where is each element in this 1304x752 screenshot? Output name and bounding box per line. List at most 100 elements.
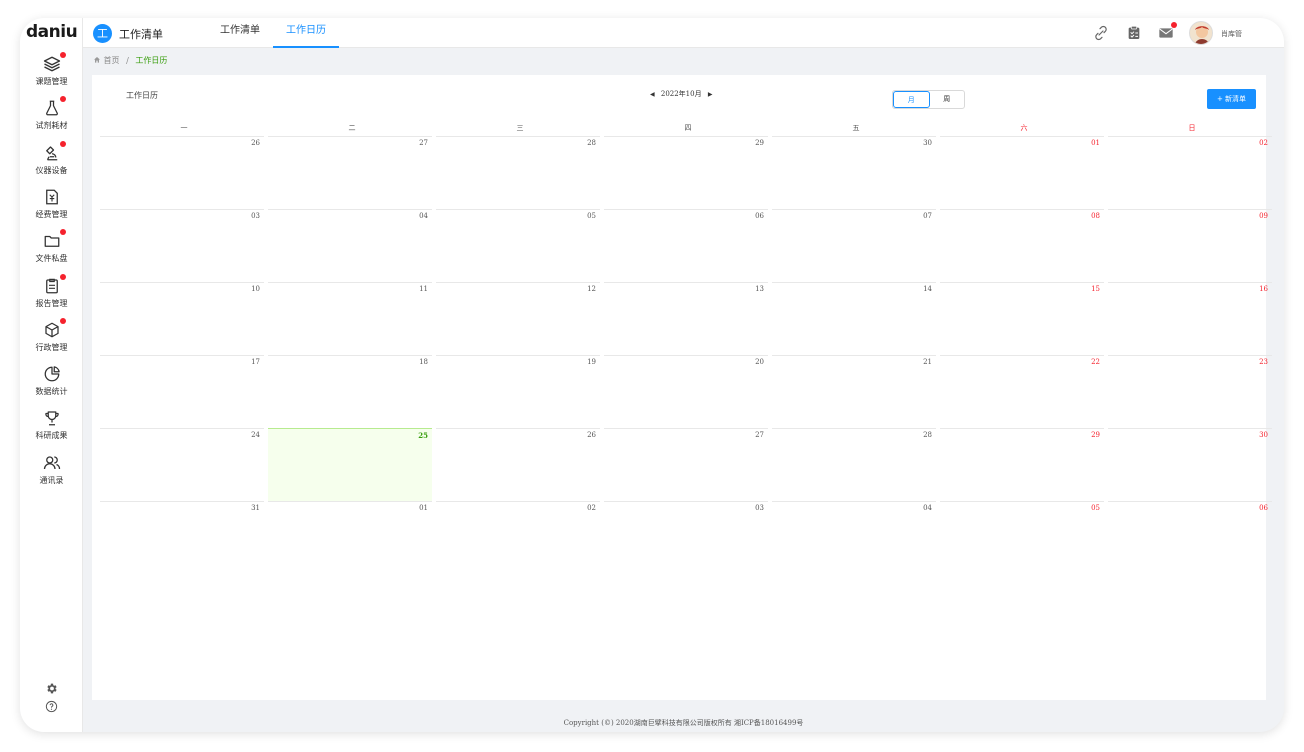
day-number: 01	[419, 504, 428, 512]
sidebar-item-label: 通讯录	[39, 475, 64, 485]
calendar-day-cell[interactable]: 13	[604, 282, 768, 355]
calendar-day-cell[interactable]: 29	[604, 136, 768, 209]
mail-icon[interactable]	[1158, 22, 1177, 41]
sidebar-item-reagent[interactable]: 试剂耗材	[20, 96, 83, 138]
calendar-day-cell[interactable]: 27	[604, 428, 768, 501]
pie-chart-icon	[42, 365, 62, 385]
finance-doc-icon	[42, 188, 62, 208]
calendar-day-cell[interactable]: 06	[604, 209, 768, 282]
calendar-day-cell[interactable]: 08	[940, 209, 1104, 282]
notification-dot	[59, 140, 66, 147]
sidebar-item-project[interactable]: 课题管理	[20, 52, 83, 94]
day-number: 06	[1259, 504, 1268, 512]
calendar-day-cell[interactable]: 25	[268, 428, 432, 501]
day-number: 16	[1259, 285, 1268, 293]
calendar-day-cell[interactable]: 05	[436, 209, 600, 282]
next-month-icon[interactable]: ▶	[708, 91, 713, 98]
calendar-day-cell[interactable]: 30	[772, 136, 936, 209]
calendar-day-cell[interactable]: 30	[1108, 428, 1272, 501]
calendar-day-cell[interactable]: 04	[772, 501, 936, 574]
calendar-day-cell[interactable]: 19	[436, 355, 600, 428]
calendar-day-cell[interactable]: 07	[772, 209, 936, 282]
notification-dot	[1171, 22, 1177, 28]
calendar-day-cell[interactable]: 26	[436, 428, 600, 501]
contacts-icon	[42, 454, 62, 474]
task-clipboard-icon[interactable]	[1126, 25, 1142, 41]
calendar-day-cell[interactable]: 12	[436, 282, 600, 355]
calendar-day-cell[interactable]: 02	[1108, 136, 1272, 209]
tab-work-calendar[interactable]: 工作日历	[273, 18, 339, 48]
sidebar-item-label: 文件私盘	[35, 254, 68, 264]
sidebar-item-instrument[interactable]: 仪器设备	[20, 140, 83, 183]
sidebar-item-files[interactable]: 文件私盘	[20, 229, 83, 271]
day-number: 10	[251, 285, 260, 293]
username[interactable]: 肖库管	[1221, 29, 1242, 39]
prev-month-icon[interactable]: ◀	[650, 91, 655, 98]
day-number: 08	[1091, 212, 1100, 220]
calendar-day-cell[interactable]: 28	[436, 136, 600, 209]
sidebar-item-research[interactable]: 科研成果	[20, 408, 83, 448]
calendar-day-cell[interactable]: 11	[268, 282, 432, 355]
sidebar-item-report[interactable]: 报告管理	[20, 273, 83, 316]
calendar-day-cell[interactable]: 23	[1108, 355, 1272, 428]
weekday-label: 四	[684, 124, 692, 132]
calendar-day-cell[interactable]: 02	[436, 501, 600, 574]
calendar-day-cell[interactable]: 03	[604, 501, 768, 574]
day-number: 23	[1259, 358, 1268, 366]
sidebar-item-finance[interactable]: 经费管理	[20, 187, 83, 227]
calendar-day-cell[interactable]: 06	[1108, 501, 1272, 574]
calendar-day-cell[interactable]: 15	[940, 282, 1104, 355]
calendar-day-cell[interactable]: 16	[1108, 282, 1272, 355]
tab-work-list[interactable]: 工作清单	[207, 18, 273, 48]
calendar-day-cell[interactable]: 10	[100, 282, 264, 355]
calendar-day-cell[interactable]: 24	[100, 428, 264, 501]
link-icon[interactable]	[1093, 25, 1109, 41]
layers-icon	[42, 52, 66, 75]
calendar-day-cell[interactable]: 31	[100, 501, 264, 574]
calendar-day-cell[interactable]: 21	[772, 355, 936, 428]
calendar-day-cell[interactable]: 14	[772, 282, 936, 355]
view-week-button[interactable]: 周	[930, 91, 965, 108]
view-month-button[interactable]: 月	[893, 91, 930, 108]
day-number: 03	[251, 212, 260, 220]
day-number: 06	[755, 212, 764, 220]
day-number: 02	[587, 504, 596, 512]
calendar-day-cell[interactable]: 05	[940, 501, 1104, 574]
notification-dot	[59, 229, 66, 236]
day-number: 15	[1091, 285, 1100, 293]
day-number: 17	[251, 358, 260, 366]
calendar-day-cell[interactable]: 22	[940, 355, 1104, 428]
home-icon[interactable]	[93, 56, 101, 66]
brand-logo[interactable]: daniu	[26, 22, 78, 44]
calendar-day-cell[interactable]: 09	[1108, 209, 1272, 282]
calendar-day-cell[interactable]: 03	[100, 209, 264, 282]
weekday-label: 五	[852, 124, 860, 132]
avatar[interactable]	[1189, 21, 1213, 45]
calendar-day-cell[interactable]: 28	[772, 428, 936, 501]
calendar-day-cell[interactable]: 27	[268, 136, 432, 209]
calendar-day-cell[interactable]: 17	[100, 355, 264, 428]
sidebar-item-contacts[interactable]: 通讯录	[20, 453, 83, 493]
app-title: 工作清单	[119, 28, 163, 41]
day-number: 29	[1091, 431, 1100, 439]
calendar-day-cell[interactable]: 20	[604, 355, 768, 428]
sidebar-item-admin[interactable]: 行政管理	[20, 317, 83, 360]
breadcrumb-home[interactable]: 首页	[104, 55, 120, 66]
calendar-panel: 工作日历 ◀ 2022年10月 ▶ 月 周 + 新清单 一 二 三 四 五 六 日 26 27…	[92, 75, 1272, 700]
app-window: daniu 课题管理 试剂耗材 仪器设备 经费管理文件私盘报告管理 行政管理 数据统计 科研…	[20, 18, 1284, 732]
day-number: 02	[1259, 139, 1268, 147]
settings-gear-icon[interactable]	[20, 680, 83, 699]
calendar-day-cell[interactable]: 18	[268, 355, 432, 428]
flask-icon	[42, 96, 66, 119]
weekday-label: 日	[1188, 124, 1196, 132]
trophy-icon	[42, 409, 62, 429]
help-icon[interactable]	[20, 698, 83, 717]
calendar-day-cell[interactable]: 26	[100, 136, 264, 209]
calendar-day-cell[interactable]: 01	[268, 501, 432, 574]
calendar-day-cell[interactable]: 01	[940, 136, 1104, 209]
calendar-day-cell[interactable]: 04	[268, 209, 432, 282]
calendar-day-cell[interactable]: 29	[940, 428, 1104, 501]
new-list-button[interactable]: + 新清单	[1207, 89, 1256, 109]
sidebar-item-stats[interactable]: 数据统计	[20, 364, 83, 404]
day-number: 05	[587, 212, 596, 220]
